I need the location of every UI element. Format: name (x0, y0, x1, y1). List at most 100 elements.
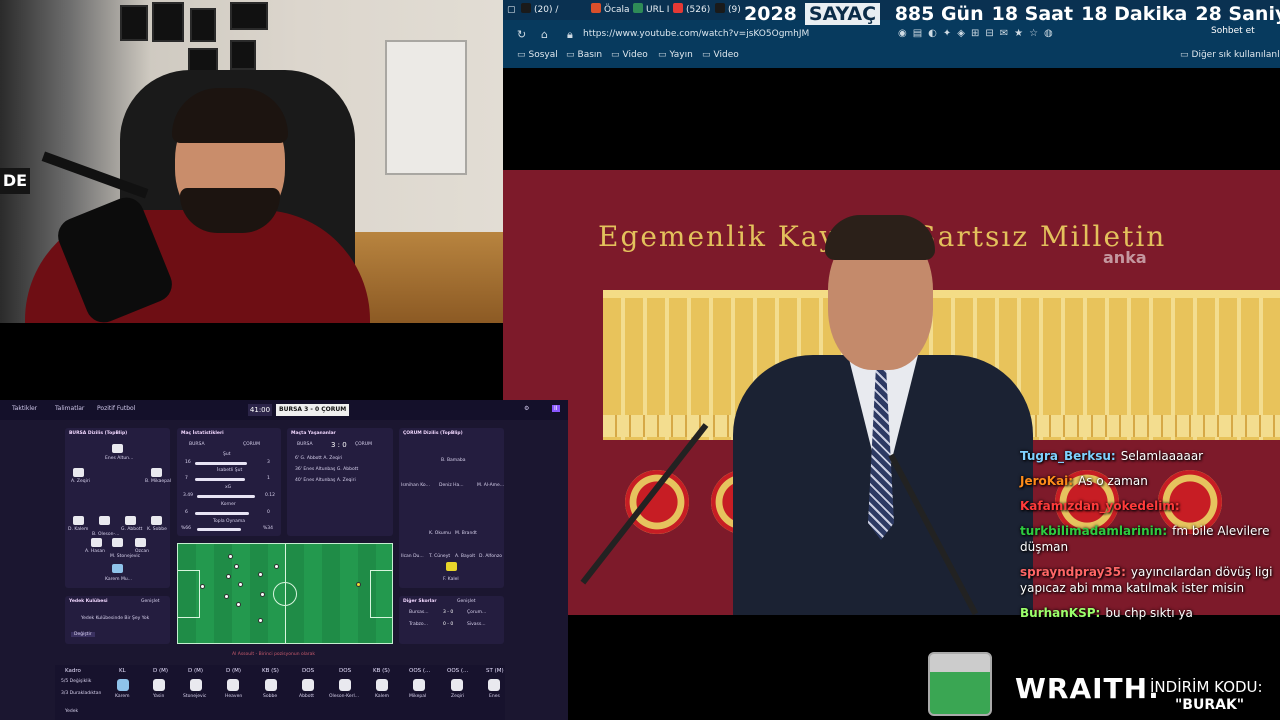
player-name: B. Bamaba (441, 458, 466, 463)
position-header: OOS (... (447, 668, 469, 674)
goal-event: 40' Enes Altunbaş A. Zeqiri (295, 478, 356, 483)
stat-bar (195, 462, 247, 465)
substitute-button[interactable]: Değiştir (71, 632, 95, 637)
squad-player-kit[interactable] (488, 679, 500, 691)
player-kit[interactable] (99, 516, 110, 525)
sponsor-brand: WRAITH. (1015, 672, 1160, 705)
player-kit[interactable] (91, 538, 102, 547)
extension-icons[interactable]: ◉▤◐✦◈⊞⊟✉★☆◍ (898, 28, 1059, 39)
tab-2[interactable]: URL I (633, 2, 669, 18)
stat-label: Korner (221, 502, 236, 507)
goal-event: 36' Enes Altunbaş G. Abbott (295, 467, 359, 472)
x-icon (715, 3, 725, 13)
player-name: M. Brandt (455, 531, 477, 536)
counter-label: SAYAÇ (804, 3, 881, 25)
expand-button[interactable]: Genişlet (141, 599, 160, 604)
reload-icon[interactable]: ↻ (517, 28, 526, 41)
squad-player-kit[interactable] (153, 679, 165, 691)
stats-home-team: BURSA (189, 442, 205, 447)
chat-text: As o zaman (1078, 474, 1148, 488)
wall-frame (190, 8, 216, 42)
stoppages-remaining: 3/3 Durakladıktan (61, 691, 102, 696)
discount-label: İNDİRİM KODU: (1150, 678, 1263, 696)
player-marker (224, 594, 229, 599)
squad-player-kit[interactable] (302, 679, 314, 691)
tab-0[interactable]: (20) / (521, 2, 558, 18)
stat-bar (197, 495, 255, 498)
panel-title: ÇORUM Dizilis (TopBlip) (403, 431, 463, 436)
goalkeeper-kit[interactable] (112, 564, 123, 573)
position-header: KB (S) (262, 668, 279, 674)
player-kit[interactable] (73, 516, 84, 525)
chat-text: Selamlaaaaar (1120, 449, 1204, 463)
other-bookmarks[interactable]: Diğer sık kullanılanlar (1180, 50, 1280, 60)
match-pitch[interactable] (177, 543, 393, 644)
player-marker (200, 584, 205, 589)
bookmark-folder[interactable]: Video (702, 50, 739, 60)
player-kit[interactable] (135, 538, 146, 547)
squad-player-kit[interactable] (190, 679, 202, 691)
tab-4[interactable]: (9) (715, 2, 741, 18)
squad-player-kit[interactable] (413, 679, 425, 691)
panel-title: Maç İstatistikleri (181, 431, 224, 436)
settings-icon[interactable]: ⚙ (524, 405, 529, 412)
stat-home-value: 3.49 (183, 493, 194, 498)
expand-button[interactable]: Genişlet (457, 599, 476, 604)
goalkeeper-kit[interactable] (446, 562, 457, 571)
squad-player-kit[interactable] (451, 679, 463, 691)
lock-icon: 🔒︎ (567, 28, 573, 41)
player-kit[interactable] (112, 444, 123, 453)
panel-title: Yedek Kulübesi (69, 599, 108, 604)
tab-1[interactable]: Öcala (591, 2, 630, 18)
position-header: DOS (302, 668, 315, 674)
tactics-tab[interactable]: Taktikler (12, 405, 37, 412)
mic-brand-logo: DE (0, 168, 30, 194)
player-marker (260, 592, 265, 597)
pause-button[interactable]: II (552, 405, 560, 412)
address-bar[interactable]: https://www.youtube.com/watch?v=jsKO5Ogm… (583, 26, 883, 43)
position-header: KL (119, 668, 126, 674)
bookmark-folder[interactable]: Video (611, 50, 648, 60)
tab-icon (633, 3, 643, 13)
chat-button[interactable]: Sohbet et (1211, 26, 1255, 36)
stat-label: Topla Oynama (213, 519, 245, 524)
player-kit[interactable] (112, 538, 123, 547)
bookmark-folder[interactable]: Basın (566, 50, 603, 60)
bookmark-folder[interactable]: Sosyal (517, 50, 558, 60)
squad-player-kit[interactable] (227, 679, 239, 691)
squad-player-kit[interactable] (117, 679, 129, 691)
player-kit[interactable] (73, 468, 84, 477)
score-value: 0 - 0 (443, 622, 454, 627)
tab-3[interactable]: (526) (673, 2, 710, 18)
player-name: D. Kalem (68, 527, 89, 532)
instructions-tab[interactable]: Talimatlar (55, 405, 84, 412)
chat-message: sprayndpray35: yayıncılardan dövüş ligi y… (1020, 564, 1280, 596)
position-header: KB (S) (373, 668, 390, 674)
position-header: OOS (... (409, 668, 431, 674)
bench-toggle[interactable]: Yedek (65, 709, 78, 714)
squad-player-kit[interactable] (376, 679, 388, 691)
stat-label: xG (225, 485, 232, 490)
position-header: DOS (339, 668, 352, 674)
player-name: M. Stonejevic (110, 554, 141, 559)
counter-minutes: 18 Dakika (1081, 3, 1188, 25)
squad-player-kit[interactable] (265, 679, 277, 691)
chat-message: Tugra_Berksu: Selamlaaaaar (1020, 448, 1280, 464)
player-kit[interactable] (151, 468, 162, 477)
player-kit[interactable] (125, 516, 136, 525)
home-icon[interactable]: ⌂ (541, 28, 548, 41)
stat-label: Şut (223, 452, 231, 457)
tab-actions-icon[interactable]: ▢ (507, 2, 516, 18)
wall-frame (152, 2, 184, 42)
bookmark-folder[interactable]: Yayın (658, 50, 693, 60)
whiteboard (385, 40, 467, 175)
mentality-dropdown[interactable]: Pozitif Futbol (97, 405, 135, 412)
counter-hours: 18 Saat (991, 3, 1074, 25)
football-manager-window: Taktikler Talimatlar Pozitif Futbol 41:0… (0, 400, 568, 720)
player-kit[interactable] (151, 516, 162, 525)
squad-player-name: Abbott (299, 694, 315, 699)
stat-home-value: 16 (185, 460, 191, 465)
match-score: BURSA 3 - 0 ÇORUM (276, 404, 350, 416)
squad-player-kit[interactable] (339, 679, 351, 691)
discount-code: "BURAK" (1175, 697, 1245, 713)
